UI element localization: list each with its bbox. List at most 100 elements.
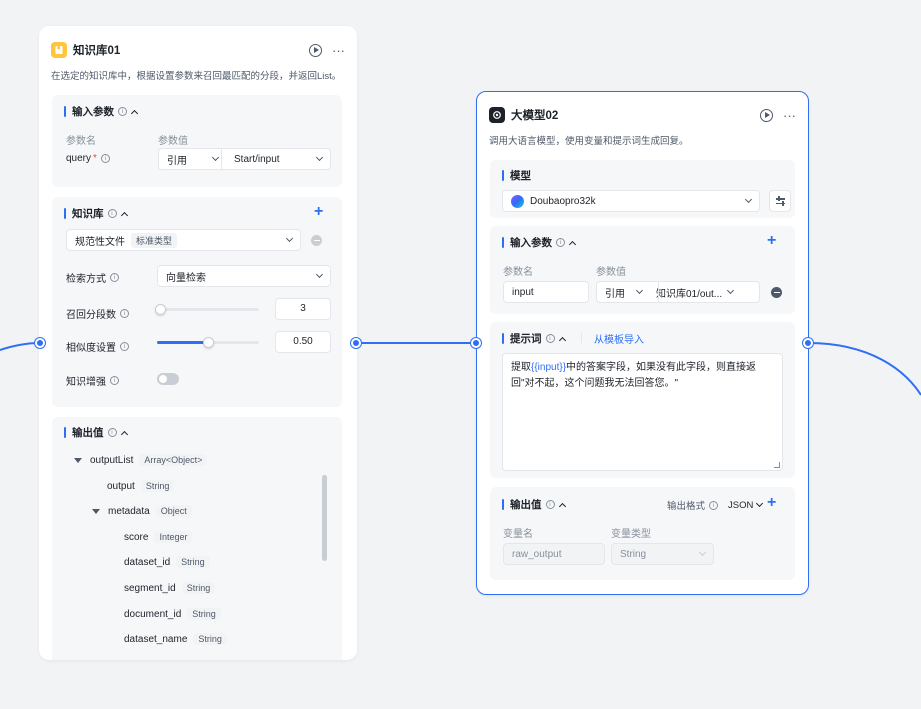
llm-input-section: 输入参数 i + 参数名 参数值 input 引用 知识库01/out... (490, 226, 795, 314)
output-scrollbar[interactable] (322, 475, 327, 561)
similarity-label: 相似度设置 i (66, 339, 129, 354)
resize-handle-icon[interactable] (774, 462, 780, 468)
model-section: 模型 Doubaopro32k (490, 160, 795, 218)
prompt-variable: {{input}} (531, 362, 567, 373)
tree-row-output: output String (107, 480, 175, 492)
knowledge-section: 知识库i + 规范性文件标准类型 检索方式i 向量检索 召回分段数i 3 (52, 197, 342, 407)
knowledge-enhance-toggle[interactable] (157, 373, 179, 385)
info-icon: i (120, 309, 129, 318)
knowledge-enhance-label: 知识增强 i (66, 373, 119, 388)
add-knowledge-button[interactable]: + (314, 204, 323, 220)
divider (581, 333, 582, 343)
expand-icon[interactable] (92, 508, 100, 514)
input-params-section: 输入参数 i 参数名 参数值 query * i 引用 Start/input (52, 95, 342, 187)
output-var-type: String (611, 543, 714, 565)
knowledge-base-icon (51, 42, 67, 58)
output-format: 输出格式 i JSON (667, 498, 764, 512)
prompt-section: 提示词 i 从模板导入 提取{{input}}中的答案字段，如果没有此字段，则直接… (490, 322, 795, 478)
remove-knowledge-button[interactable] (311, 235, 322, 246)
collapse-icon[interactable] (130, 109, 139, 117)
knowledge-output-handle[interactable] (351, 338, 361, 348)
query-ref-select[interactable]: 引用 Start/input (158, 148, 331, 170)
similarity-slider[interactable] (157, 337, 259, 348)
prompt-title[interactable]: 提示词 i (502, 331, 566, 346)
tree-row-segment-id: segment_id String (124, 582, 216, 594)
info-icon: i (556, 238, 565, 247)
llm-node[interactable]: 大模型02 ··· 调用大语言模型，使用变量和提示词生成回复。 模型 Douba… (476, 91, 809, 595)
info-icon: i (107, 428, 117, 437)
output-var-name: raw_output (503, 543, 605, 565)
llm-output-handle[interactable] (803, 338, 813, 348)
param-name-header: 参数名 (66, 136, 96, 147)
expand-icon[interactable] (74, 457, 82, 463)
info-icon: i (110, 273, 119, 282)
info-icon: i (110, 376, 119, 385)
llm-output-section: 输出值 i 输出格式 i JSON + 变量名 变量类型 raw_output St… (490, 487, 795, 580)
tree-row-outputList[interactable]: outputList Array<Object> (74, 454, 208, 466)
import-template-link[interactable]: 从模板导入 (594, 331, 644, 346)
prompt-textarea[interactable]: 提取{{input}}中的答案字段，如果没有此字段，则直接返回"对不起，这个问题… (502, 353, 783, 471)
remove-input-button[interactable] (771, 287, 782, 298)
slider-thumb[interactable] (154, 304, 166, 315)
collapse-icon[interactable] (558, 336, 566, 344)
recall-count-slider[interactable] (154, 304, 259, 315)
input-params-title[interactable]: 输入参数 i (64, 104, 139, 119)
info-icon: i (107, 209, 117, 218)
output-section: 输出值 i outputList Array<Object> output Strin… (52, 417, 342, 660)
info-icon: i (545, 500, 555, 509)
tree-row-metadata[interactable]: metadata Object (92, 505, 192, 517)
run-node-icon[interactable] (309, 43, 322, 57)
recall-count-input[interactable]: 3 (275, 298, 331, 320)
more-options-icon[interactable]: ··· (332, 44, 345, 57)
run-node-icon[interactable] (760, 108, 773, 122)
collapse-icon[interactable] (558, 502, 566, 510)
slider-thumb[interactable] (202, 337, 214, 348)
output-title[interactable]: 输出值 i (64, 425, 128, 440)
node-description: 在选定的知识库中，根据设置参数来召回最匹配的分段，并返回List。 (51, 71, 342, 82)
llm-node-header: 大模型02 ··· (489, 107, 796, 123)
workflow-canvas[interactable]: 知识库01 ··· 在选定的知识库中，根据设置参数来召回最匹配的分段，并返回Li… (0, 0, 921, 709)
input-ref-select[interactable]: 引用 知识库01/out... (596, 281, 760, 303)
add-output-button[interactable]: + (767, 495, 776, 511)
output-format-select[interactable]: JSON (728, 500, 764, 511)
node-title: 知识库01 (73, 45, 121, 57)
tree-row-score: score Integer (124, 531, 193, 543)
collapse-icon[interactable] (120, 430, 128, 438)
model-settings-icon[interactable] (769, 190, 791, 212)
recall-count-label: 召回分段数 i (66, 306, 129, 321)
node-title: 大模型02 (511, 110, 559, 122)
knowledge-input-handle[interactable] (35, 338, 45, 348)
info-icon: i (120, 342, 129, 351)
model-icon (489, 107, 505, 123)
more-options-icon[interactable]: ··· (783, 109, 796, 122)
model-select[interactable]: Doubaopro32k (502, 190, 760, 212)
collapse-icon[interactable] (120, 211, 128, 219)
knowledge-node-header: 知识库01 ··· (51, 42, 345, 58)
llm-input-title[interactable]: 输入参数 i (502, 235, 577, 250)
tree-row-document-id: document_id String (124, 608, 221, 620)
model-title: 模型 (502, 168, 531, 183)
search-mode-label: 检索方式 i (66, 270, 119, 285)
node-description: 调用大语言模型，使用变量和提示词生成回复。 (489, 136, 689, 147)
knowledge-node[interactable]: 知识库01 ··· 在选定的知识库中，根据设置参数来召回最匹配的分段，并返回Li… (39, 26, 357, 660)
input-param-name-field[interactable]: input (503, 281, 589, 303)
search-mode-select[interactable]: 向量检索 (157, 265, 331, 287)
kb-type-tag: 标准类型 (131, 232, 178, 248)
doubao-icon (511, 194, 524, 208)
similarity-input[interactable]: 0.50 (275, 331, 331, 353)
tree-row-dataset-name: dataset_name String (124, 633, 227, 645)
query-param-label: query * i (66, 153, 110, 164)
info-icon: i (100, 154, 110, 163)
info-icon: i (709, 500, 719, 510)
tree-row-dataset-id: dataset_id String (124, 556, 210, 568)
info-icon: i (118, 107, 127, 116)
param-value-header: 参数值 (158, 136, 188, 147)
collapse-icon[interactable] (568, 240, 577, 248)
var-name-header: 变量名 (503, 529, 533, 540)
info-icon: i (545, 334, 555, 343)
add-input-button[interactable]: + (767, 233, 776, 249)
llm-output-title[interactable]: 输出值 i (502, 497, 566, 512)
llm-input-handle[interactable] (471, 338, 481, 348)
knowledge-title[interactable]: 知识库 i (64, 206, 128, 221)
knowledge-select[interactable]: 规范性文件 标准类型 (66, 229, 301, 251)
